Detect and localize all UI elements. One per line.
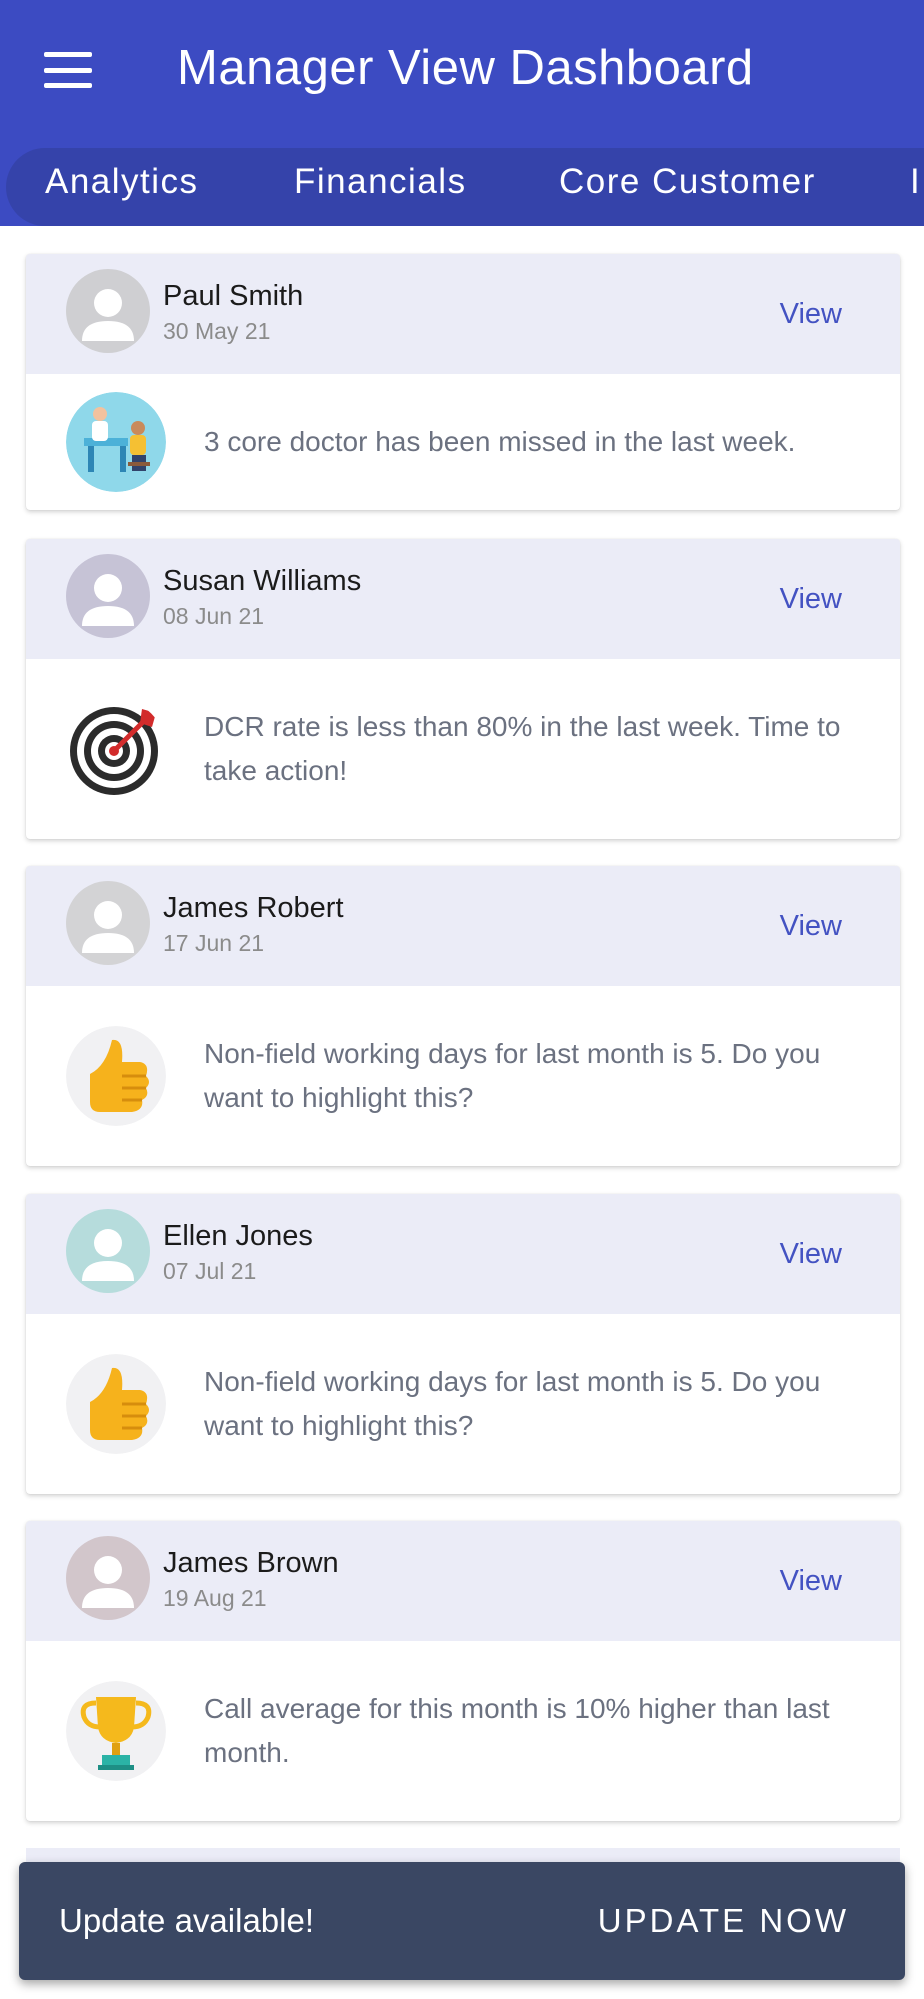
post-date: 08 Jun 21	[163, 603, 265, 629]
snackbar-message: Update available!	[59, 1902, 315, 1939]
card-body: Non-field working days for last month is…	[26, 986, 900, 1166]
feed-card: James Robert 17 Jun 21 View Non-field wo…	[26, 866, 900, 1166]
tab-bar: Analytics Financials Core Customer I	[6, 148, 924, 226]
avatar	[66, 554, 150, 638]
card-header: James Brown 19 Aug 21 View	[26, 1521, 900, 1641]
view-link[interactable]: View	[780, 298, 842, 331]
thumbs-up-icon	[66, 1026, 166, 1126]
avatar	[66, 1536, 150, 1620]
feed-card: Susan Williams 08 Jun 21 View DCR rate i…	[26, 539, 900, 839]
target-dart-icon	[66, 699, 166, 799]
feed-message: 3 core doctor has been missed in the las…	[204, 426, 796, 457]
user-name: James Robert	[163, 892, 344, 924]
trophy-icon	[66, 1681, 166, 1781]
feed-message: Non-field working days for last month is…	[204, 1366, 821, 1441]
tab-core-customer[interactable]: Core Customer	[559, 162, 816, 202]
view-link[interactable]: View	[780, 910, 842, 943]
thumbs-up-icon	[66, 1354, 166, 1454]
hamburger-menu-icon[interactable]	[44, 48, 92, 92]
view-link[interactable]: View	[780, 1238, 842, 1271]
card-body: Call average for this month is 10% highe…	[26, 1641, 900, 1821]
feed-message: Non-field working days for last month is…	[204, 1038, 821, 1113]
avatar	[66, 269, 150, 353]
card-header: Paul Smith 30 May 21 View	[26, 254, 900, 374]
feed-card: James Brown 19 Aug 21 View Call average …	[26, 1521, 900, 1821]
feed-message: DCR rate is less than 80% in the last we…	[204, 711, 841, 786]
user-name: Susan Williams	[163, 565, 362, 597]
user-name: Paul Smith	[163, 280, 304, 312]
post-date: 30 May 21	[163, 318, 271, 344]
tab-analytics[interactable]: Analytics	[45, 162, 199, 202]
card-header: James Robert 17 Jun 21 View	[26, 866, 900, 986]
card-body: DCR rate is less than 80% in the last we…	[26, 659, 900, 839]
post-date: 07 Jul 21	[163, 1258, 257, 1284]
card-header: Susan Williams 08 Jun 21 View	[26, 539, 900, 659]
feed-card: Paul Smith 30 May 21 View 3 core doctor …	[26, 254, 900, 510]
view-link[interactable]: View	[780, 583, 842, 616]
avatar	[66, 881, 150, 965]
view-link[interactable]: View	[780, 1565, 842, 1598]
user-name: James Brown	[163, 1547, 339, 1579]
feed-message: Call average for this month is 10% highe…	[204, 1693, 830, 1768]
feed-card: Ellen Jones 07 Jul 21 View Non-field wor…	[26, 1194, 900, 1494]
card-body: Non-field working days for last month is…	[26, 1314, 900, 1494]
post-date: 17 Jun 21	[163, 930, 265, 956]
page-title: Manager View Dashboard	[177, 41, 754, 95]
card-body: 3 core doctor has been missed in the las…	[26, 374, 900, 510]
card-header: Ellen Jones 07 Jul 21 View	[26, 1194, 900, 1314]
user-name: Ellen Jones	[163, 1220, 313, 1252]
app-bar: Manager View Dashboard Analytics Financi…	[0, 0, 924, 226]
tab-financials[interactable]: Financials	[294, 162, 467, 202]
update-snackbar: Update available! UPDATE NOW	[19, 1862, 905, 1980]
avatar	[66, 1209, 150, 1293]
doctor-visit-icon	[66, 392, 166, 492]
tab-next[interactable]: I	[910, 162, 921, 202]
post-date: 19 Aug 21	[163, 1585, 267, 1611]
update-now-button[interactable]: UPDATE NOW	[598, 1902, 849, 1940]
